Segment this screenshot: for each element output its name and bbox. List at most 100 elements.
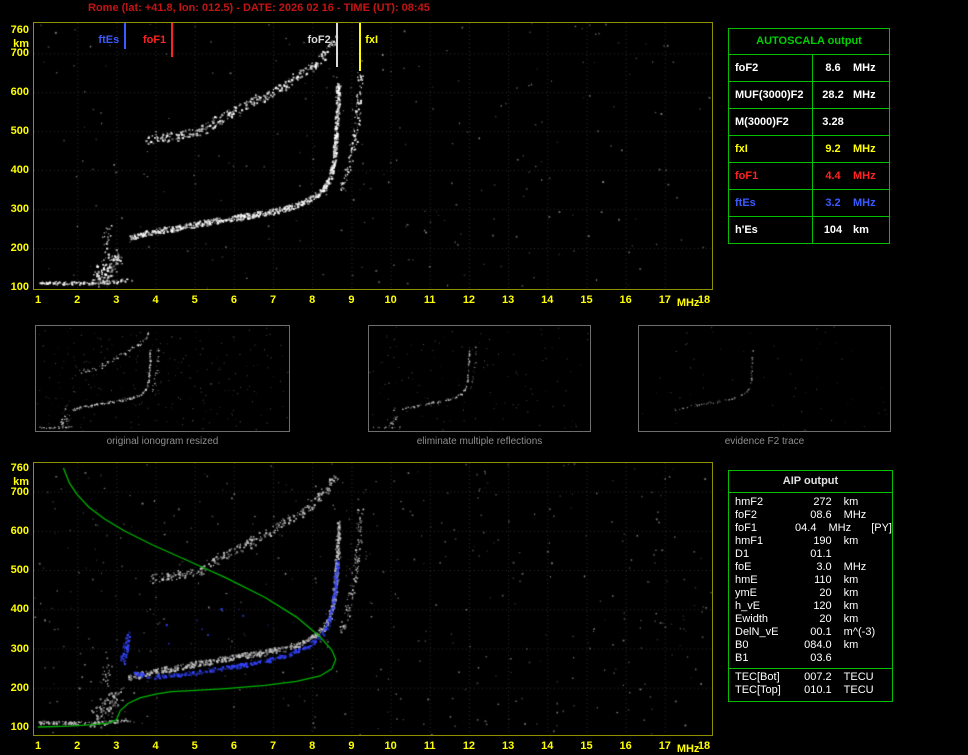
aip-row-label: h_vE [729, 600, 793, 613]
x-axis-tick-label: 13 [495, 740, 521, 752]
marker-label-ftEs: ftEs [77, 34, 119, 46]
aip-row-unit: km [832, 574, 892, 587]
value-number: 8.6 [813, 55, 853, 81]
autoscala-row: foF28.6MHz [729, 55, 889, 81]
aip-row-value: 272 [793, 496, 832, 509]
x-axis-tick-label: 6 [221, 740, 247, 752]
aip-row-label: D1 [729, 548, 793, 561]
x-axis-tick-label: 15 [573, 740, 599, 752]
x-axis-tick-label: 8 [299, 740, 325, 752]
value-unit: MHz [853, 190, 889, 216]
x-axis-tick-label: 14 [534, 740, 560, 752]
y-axis-tick-label: 500 [1, 125, 29, 137]
x-axis-tick-label: 17 [652, 294, 678, 306]
x-axis-tick-label: 17 [652, 740, 678, 752]
aip-row-label: Ewidth [729, 613, 793, 626]
x-axis-tick-label: 1 [25, 740, 51, 752]
marker-line-foF1 [171, 23, 173, 57]
aip-row: D101.1 [729, 548, 892, 561]
autoscala-row: h'Es104km [729, 216, 889, 243]
profile-ionogram-canvas [34, 463, 712, 735]
aip-row: foF104.4MHz[PY] [729, 522, 892, 535]
thumbnail-canvas [639, 326, 890, 431]
autoscala-row-value: 9.2MHz [813, 136, 889, 162]
autoscala-screen: Rome (lat: +41.8, lon: 012.5) - DATE: 20… [0, 0, 968, 755]
value-number: 3.28 [813, 109, 853, 135]
aip-row-unit: km [832, 639, 892, 652]
marker-label-foF2: foF2 [289, 34, 331, 46]
autoscala-row: fxI9.2MHz [729, 135, 889, 162]
x-axis-tick-label: 5 [182, 294, 208, 306]
autoscala-row-label: ftEs [729, 190, 813, 216]
aip-tec-separator [729, 668, 892, 669]
aip-row-unit: MHz [832, 509, 892, 522]
aip-row: Ewidth20km [729, 613, 892, 626]
x-axis-tick-label: 4 [143, 740, 169, 752]
aip-row-unit [832, 548, 892, 561]
top-ionogram-canvas [34, 23, 712, 289]
x-axis-unit-label: MHz [677, 297, 700, 309]
aip-row-label: B0 [729, 639, 793, 652]
aip-row: hmE110km [729, 574, 892, 587]
aip-row: ymE20km [729, 587, 892, 600]
marker-label-fxI: fxI [365, 34, 378, 46]
marker-line-fxI [359, 23, 361, 71]
aip-row-unit: MHz [816, 522, 869, 535]
aip-row-value: 20 [793, 613, 832, 626]
value-unit: MHz [853, 82, 889, 108]
x-axis-tick-label: 10 [378, 294, 404, 306]
autoscala-row-label: MUF(3000)F2 [729, 82, 813, 108]
x-axis-unit-label: MHz [677, 743, 700, 755]
thumbnail-caption: eliminate multiple reflections [368, 436, 591, 447]
y-axis-tick-label: 100 [1, 721, 29, 733]
aip-row-label: foE [729, 561, 793, 574]
x-axis-tick-label: 4 [143, 294, 169, 306]
x-axis-tick-label: 12 [456, 294, 482, 306]
aip-row-unit: km [832, 535, 892, 548]
aip-row-label: TEC[Bot] [729, 671, 793, 684]
aip-row-value: 007.2 [793, 671, 832, 684]
aip-table-header: AIP output [729, 471, 892, 493]
autoscala-row-label: h'Es [729, 217, 813, 243]
x-axis-tick-label: 12 [456, 740, 482, 752]
aip-row: DelN_vE00.1m^(-3) [729, 626, 892, 639]
y-axis-tick-label: 200 [1, 242, 29, 254]
marker-label-foF1: foF1 [124, 34, 166, 46]
aip-row-unit: TECU [832, 671, 892, 684]
aip-row: foF208.6MHz [729, 509, 892, 522]
aip-row-value: 03.6 [793, 652, 832, 665]
aip-row: hmF2272km [729, 496, 892, 509]
thumbnail-panel [35, 325, 290, 432]
aip-row-unit: km [832, 600, 892, 613]
aip-row-label: TEC[Top] [729, 684, 793, 697]
aip-row-note: [PY] [869, 522, 892, 535]
aip-row-value: 08.6 [793, 509, 832, 522]
bottom-profile-plot [33, 462, 713, 736]
aip-row-label: hmF1 [729, 535, 793, 548]
y-axis-tick-label: 760 [1, 462, 29, 474]
y-axis-tick-label: 600 [1, 86, 29, 98]
aip-row-value: 3.0 [793, 561, 832, 574]
autoscala-row-value: 3.28 [813, 109, 889, 135]
autoscala-output-table: AUTOSCALA output foF28.6MHzMUF(3000)F228… [728, 28, 890, 244]
aip-row-unit: TECU [832, 684, 892, 697]
aip-row-label: ymE [729, 587, 793, 600]
y-axis-tick-label: 400 [1, 603, 29, 615]
aip-row-value: 04.4 [784, 522, 817, 535]
value-number: 104 [813, 217, 853, 243]
aip-row-value: 01.1 [793, 548, 832, 561]
y-axis-tick-label: 700 [1, 486, 29, 498]
thumbnail-caption: evidence F2 trace [638, 436, 891, 447]
x-axis-tick-label: 6 [221, 294, 247, 306]
x-axis-tick-label: 11 [417, 740, 443, 752]
marker-line-foF2 [336, 23, 338, 67]
aip-row-label: foF1 [729, 522, 784, 535]
aip-table-rows: hmF2272kmfoF208.6MHzfoF104.4MHz[PY]hmF11… [729, 493, 892, 701]
station-date-title: Rome (lat: +41.8, lon: 012.5) - DATE: 20… [88, 2, 430, 14]
aip-row-label: foF2 [729, 509, 793, 522]
autoscala-row: M(3000)F23.28 [729, 108, 889, 135]
aip-row-unit: MHz [832, 561, 892, 574]
autoscala-row: ftEs3.2MHz [729, 189, 889, 216]
y-axis-tick-label: 600 [1, 525, 29, 537]
y-axis-tick-label: 400 [1, 164, 29, 176]
